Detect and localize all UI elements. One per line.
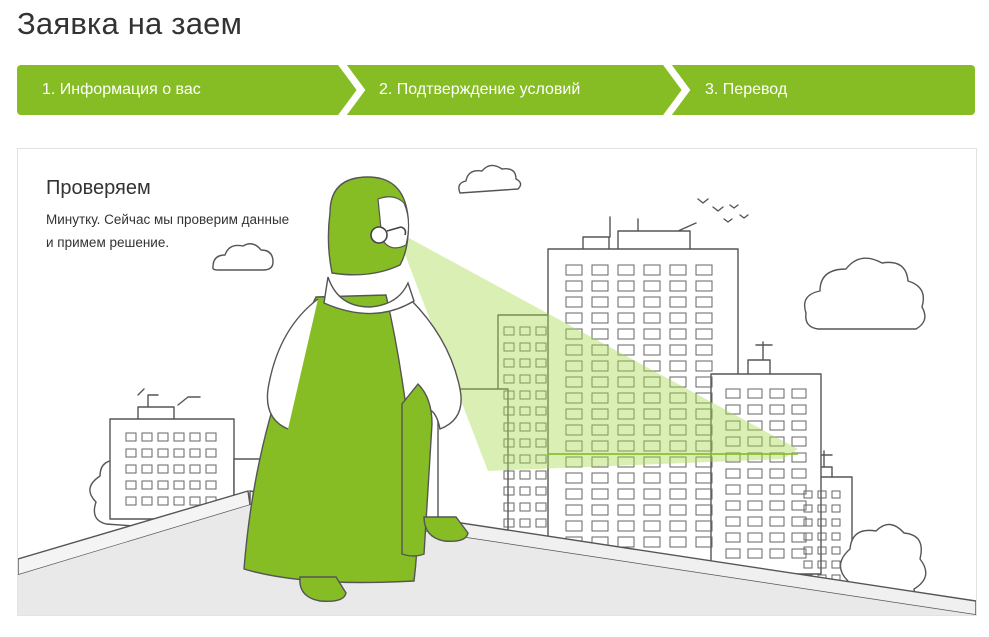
status-title: Проверяем — [46, 177, 151, 199]
step-info: 1. Информация о вас — [42, 81, 201, 98]
page-title: Заявка на заем — [17, 6, 243, 41]
status-card: Проверяем Минутку. Сейчас мы проверим да… — [17, 148, 977, 616]
status-text: Минутку. Сейчас мы проверим данные и при… — [46, 212, 290, 250]
chevron-right-icon — [338, 65, 366, 115]
chevron-right-icon — [663, 65, 691, 115]
progress-steps: 1. Информация о вас 2. Подтверждение усл… — [17, 65, 975, 115]
step-transfer: 3. Перевод — [705, 81, 788, 98]
step-confirm: 2. Подтверждение условий — [379, 81, 581, 98]
